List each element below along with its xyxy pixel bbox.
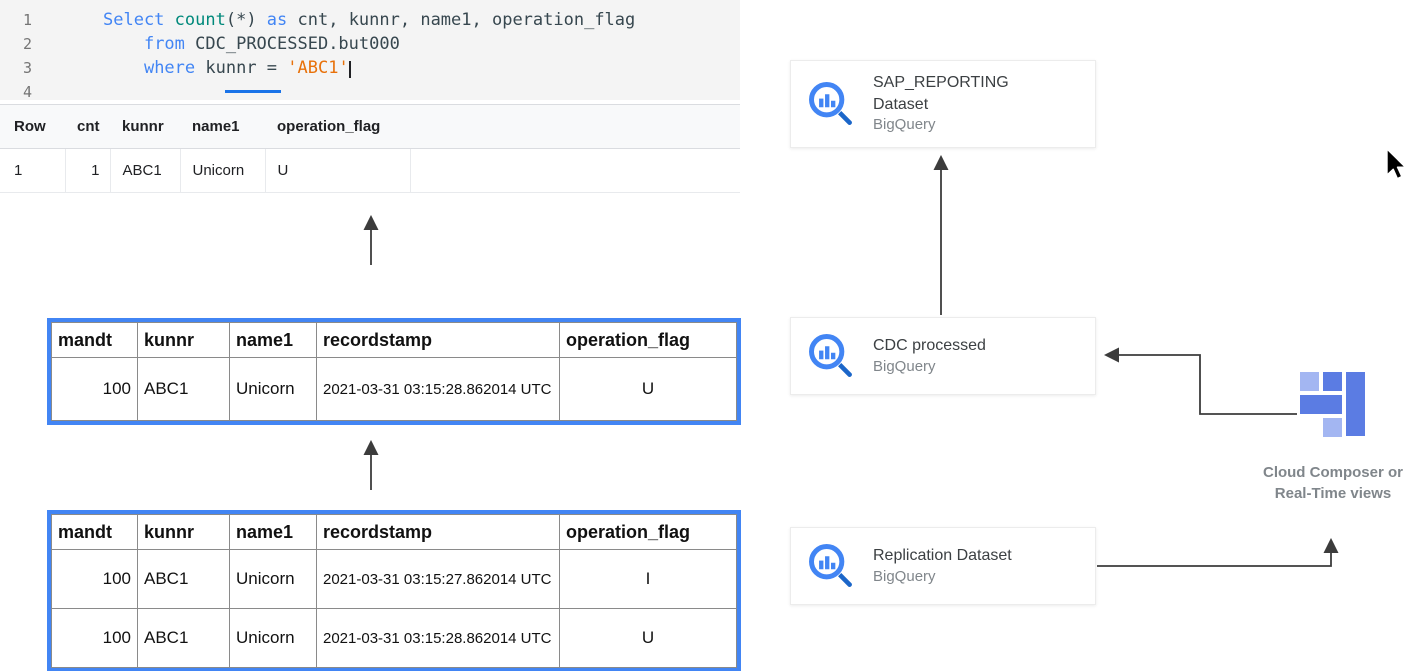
col-header-cnt: cnt bbox=[65, 105, 110, 149]
code-line: 2 from CDC_PROCESSED.but000 bbox=[0, 32, 740, 56]
text-cursor bbox=[349, 61, 351, 78]
col-mandt: mandt bbox=[52, 323, 138, 358]
cell-name1: Unicorn bbox=[230, 609, 317, 668]
card-subtitle: BigQuery bbox=[873, 357, 986, 377]
cloud-composer-icon bbox=[1300, 372, 1366, 459]
cloud-composer-label: Cloud Composer or Real-Time views bbox=[1243, 462, 1416, 504]
arrow-composer-to-cdc-card bbox=[1107, 355, 1297, 414]
cell-recordstamp: 2021-03-31 03:15:28.862014 UTC bbox=[317, 609, 560, 668]
cdc-table-grid: mandt kunnr name1 recordstamp operation_… bbox=[51, 322, 737, 421]
cell-mandt: 100 bbox=[52, 550, 138, 609]
code-text: where kunnr = 'ABC1' bbox=[103, 56, 351, 80]
col-header-kunnr: kunnr bbox=[110, 105, 180, 149]
cell-kunnr: ABC1 bbox=[138, 358, 230, 421]
code-line: 4 bbox=[0, 80, 740, 100]
cell-kunnr: ABC1 bbox=[138, 609, 230, 668]
table-header-row: mandt kunnr name1 recordstamp operation_… bbox=[52, 515, 737, 550]
card-subtitle: BigQuery bbox=[873, 115, 1009, 135]
cell-name1: Unicorn bbox=[180, 149, 265, 193]
col-kunnr: kunnr bbox=[138, 515, 230, 550]
col-header-row: Row bbox=[0, 105, 65, 149]
cell-operation-flag: U bbox=[560, 609, 737, 668]
card-subtitle: BigQuery bbox=[873, 567, 1012, 587]
query-results-table: Row cnt kunnr name1 operation_flag 1 1 A… bbox=[0, 104, 740, 193]
line-number: 3 bbox=[0, 56, 32, 80]
col-header-operation-flag: operation_flag bbox=[265, 105, 410, 149]
cell-kunnr: ABC1 bbox=[110, 149, 180, 193]
sql-editor[interactable]: 1 Select count(*) as cnt, kunnr, name1, … bbox=[0, 0, 740, 100]
line-number: 4 bbox=[0, 80, 32, 100]
col-operation-flag: operation_flag bbox=[560, 515, 737, 550]
card-cdc-processed: CDC processed BigQuery bbox=[790, 317, 1096, 395]
arrow-replication-card-to-composer bbox=[1097, 541, 1331, 566]
bigquery-icon bbox=[805, 330, 857, 382]
cell-operation-flag: U bbox=[560, 358, 737, 421]
cell-recordstamp: 2021-03-31 03:15:28.862014 UTC bbox=[317, 358, 560, 421]
line-number: 2 bbox=[0, 32, 32, 56]
table-row: 100 ABC1 Unicorn 2021-03-31 03:15:28.862… bbox=[52, 358, 737, 421]
col-header-filler bbox=[410, 105, 740, 149]
query-results-panel: Row cnt kunnr name1 operation_flag 1 1 A… bbox=[0, 104, 740, 193]
card-text: CDC processed BigQuery bbox=[873, 335, 986, 377]
cell-row: 1 bbox=[0, 149, 65, 193]
mouse-cursor bbox=[1386, 148, 1410, 180]
col-mandt: mandt bbox=[52, 515, 138, 550]
col-kunnr: kunnr bbox=[138, 323, 230, 358]
replication-table-grid: mandt kunnr name1 recordstamp operation_… bbox=[51, 514, 737, 668]
cell-recordstamp: 2021-03-31 03:15:27.862014 UTC bbox=[317, 550, 560, 609]
bigquery-icon bbox=[805, 78, 857, 130]
results-header-row: Row cnt kunnr name1 operation_flag bbox=[0, 105, 740, 149]
col-name1: name1 bbox=[230, 515, 317, 550]
card-replication-dataset: Replication Dataset BigQuery bbox=[790, 527, 1096, 605]
cell-cnt: 1 bbox=[65, 149, 110, 193]
code-text: from CDC_PROCESSED.but000 bbox=[103, 32, 400, 56]
col-header-name1: name1 bbox=[180, 105, 265, 149]
cell-operation-flag: U bbox=[265, 149, 410, 193]
code-line: 1 Select count(*) as cnt, kunnr, name1, … bbox=[0, 8, 740, 32]
code-text: Select count(*) as cnt, kunnr, name1, op… bbox=[103, 8, 635, 32]
code-line: 3 where kunnr = 'ABC1' bbox=[0, 56, 740, 80]
card-text: SAP_REPORTING Dataset BigQuery bbox=[873, 72, 1009, 135]
cell-name1: Unicorn bbox=[230, 358, 317, 421]
cell-filler bbox=[410, 149, 740, 193]
col-operation-flag: operation_flag bbox=[560, 323, 737, 358]
card-sap-reporting-dataset: SAP_REPORTING Dataset BigQuery bbox=[790, 60, 1096, 148]
result-row: 1 1 ABC1 Unicorn U bbox=[0, 149, 740, 193]
cell-name1: Unicorn bbox=[230, 550, 317, 609]
col-recordstamp: recordstamp bbox=[317, 515, 560, 550]
table-row: 100 ABC1 Unicorn 2021-03-31 03:15:27.862… bbox=[52, 550, 737, 609]
cell-mandt: 100 bbox=[52, 358, 138, 421]
col-name1: name1 bbox=[230, 323, 317, 358]
table-row: 100 ABC1 Unicorn 2021-03-31 03:15:28.862… bbox=[52, 609, 737, 668]
active-tab-indicator bbox=[225, 90, 281, 93]
table-header-row: mandt kunnr name1 recordstamp operation_… bbox=[52, 323, 737, 358]
replication-dataset-table: mandt kunnr name1 recordstamp operation_… bbox=[47, 510, 741, 671]
card-title: CDC processed bbox=[873, 335, 986, 357]
cell-operation-flag: I bbox=[560, 550, 737, 609]
col-recordstamp: recordstamp bbox=[317, 323, 560, 358]
diagram-canvas: 1 Select count(*) as cnt, kunnr, name1, … bbox=[0, 0, 1416, 671]
cell-mandt: 100 bbox=[52, 609, 138, 668]
cell-kunnr: ABC1 bbox=[138, 550, 230, 609]
cdc-processed-table: mandt kunnr name1 recordstamp operation_… bbox=[47, 318, 741, 425]
line-number: 1 bbox=[0, 8, 32, 32]
card-title: Replication Dataset bbox=[873, 545, 1012, 567]
card-text: Replication Dataset BigQuery bbox=[873, 545, 1012, 587]
bigquery-icon bbox=[805, 540, 857, 592]
card-title: SAP_REPORTING Dataset bbox=[873, 72, 1009, 115]
